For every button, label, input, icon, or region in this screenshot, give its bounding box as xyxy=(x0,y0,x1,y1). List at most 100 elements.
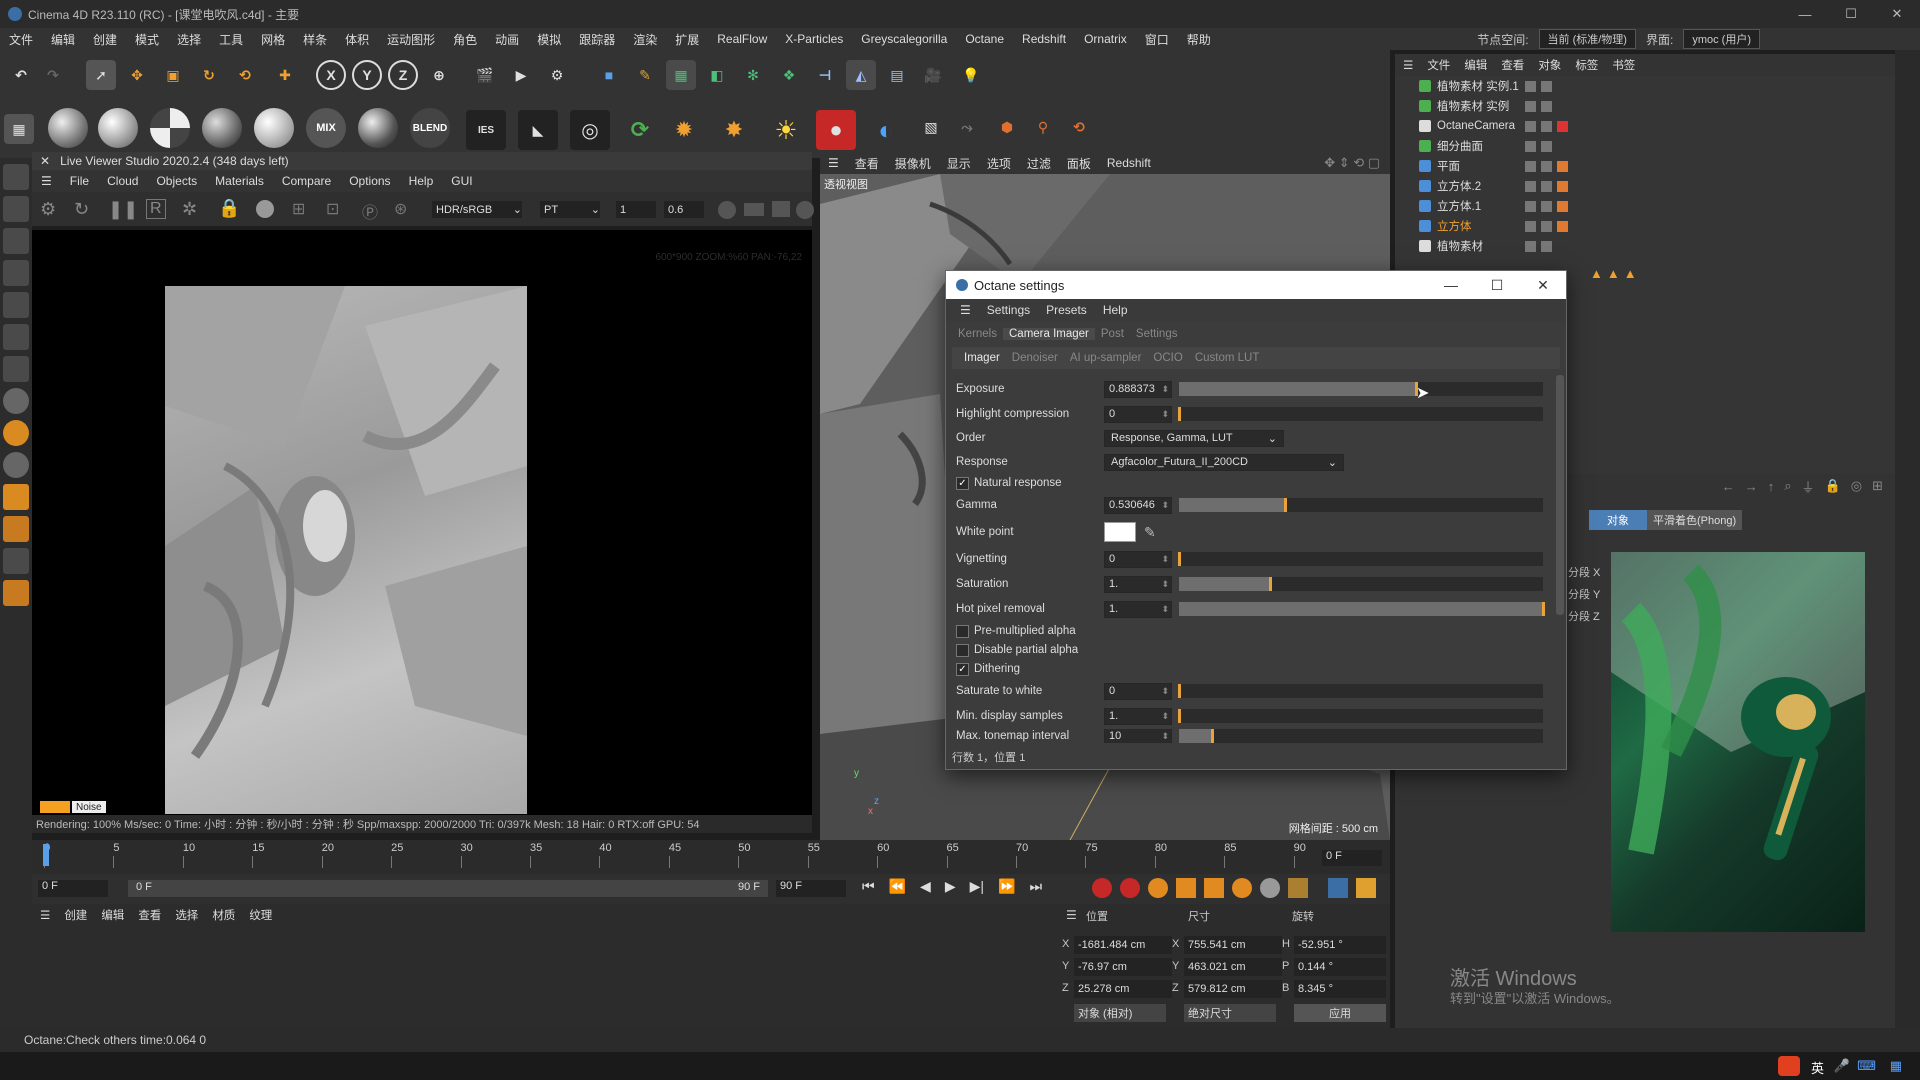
hamburger-icon[interactable]: ☰ xyxy=(952,303,979,317)
mm-menu-select[interactable]: 选择 xyxy=(175,907,198,923)
render-target-icon[interactable]: ● xyxy=(816,110,856,150)
composite-material-icon[interactable] xyxy=(358,108,398,148)
dithering-checkbox[interactable]: ✓ xyxy=(956,662,969,676)
lv-menu-help[interactable]: Help xyxy=(400,174,443,188)
light-icon[interactable]: 💡 xyxy=(956,60,986,90)
forward-icon[interactable]: → xyxy=(1745,479,1758,494)
end-frame-field[interactable]: 90 F xyxy=(776,880,846,897)
material-tags-icon[interactable]: ▲▲▲ xyxy=(1590,266,1641,281)
node-space-select[interactable]: 当前 (标准/物理) xyxy=(1538,29,1636,49)
vp-menu-filter[interactable]: 过滤 xyxy=(1019,155,1059,172)
tab-settings[interactable]: Settings xyxy=(1130,328,1184,340)
lv-menu-cloud[interactable]: Cloud xyxy=(98,174,147,188)
s-plugin-icon-2[interactable] xyxy=(3,420,29,446)
camera-icon[interactable]: 🎥 xyxy=(918,60,948,90)
move-tool-icon[interactable]: ✥ xyxy=(122,60,152,90)
pen-icon[interactable]: ✎ xyxy=(630,60,660,90)
scale-tool-icon[interactable]: ▣ xyxy=(158,60,188,90)
exposure-field[interactable]: 0.888373 xyxy=(1104,380,1172,398)
partial-alpha-checkbox[interactable] xyxy=(956,643,969,657)
menu-tracker[interactable]: 跟踪器 xyxy=(570,31,624,48)
menu-help[interactable]: 帮助 xyxy=(1178,31,1220,48)
magnet-icon[interactable] xyxy=(3,484,29,510)
order-select[interactable]: Response, Gamma, LUT ⌄ xyxy=(1104,429,1284,447)
subtab-imager[interactable]: Imager xyxy=(958,352,1006,364)
menu-octane[interactable]: Octane xyxy=(956,32,1013,46)
mm-menu-texture[interactable]: 纹理 xyxy=(249,907,272,923)
film-icon[interactable]: Ⓟ xyxy=(362,199,378,223)
grid-menu-icon[interactable]: ▦ xyxy=(1890,1058,1902,1074)
toon-material-icon[interactable] xyxy=(254,108,294,148)
restart-icon[interactable]: ↻ xyxy=(74,199,89,220)
hamburger-icon[interactable]: ☰ xyxy=(1066,908,1077,922)
psr-toggle-icon[interactable]: ⟲ xyxy=(1064,112,1094,142)
viewport-nav-icons[interactable]: ✥ ⇕ ⟲ ▢ xyxy=(1324,155,1380,171)
channel-icon[interactable]: ⊛ xyxy=(394,199,407,219)
menu-mode[interactable]: 模式 xyxy=(126,31,168,48)
subtab-ocio[interactable]: OCIO xyxy=(1147,352,1188,364)
menu-greyscalegorilla[interactable]: Greyscalegorilla xyxy=(852,32,956,46)
range-slider[interactable]: 0 F 90 F xyxy=(128,880,768,897)
target-icon[interactable]: ◎ xyxy=(1851,478,1862,494)
lv-menu-gui[interactable]: GUI xyxy=(442,174,481,188)
x-axis-lock-icon[interactable]: X xyxy=(316,60,346,90)
redo-icon[interactable]: ↷ xyxy=(38,60,68,90)
rotation-b-field[interactable]: 8.345 ° xyxy=(1294,980,1386,998)
object-row[interactable]: 立方体.1 xyxy=(1395,196,1895,216)
floor-icon[interactable]: ▤ xyxy=(882,60,912,90)
menu-select[interactable]: 选择 xyxy=(168,31,210,48)
saturate-white-slider[interactable] xyxy=(1178,684,1543,698)
field-icon[interactable]: ◭ xyxy=(846,60,876,90)
snap-icon[interactable] xyxy=(3,356,29,382)
lv-menu-objects[interactable]: Objects xyxy=(147,174,206,188)
ies-light-icon[interactable]: IES xyxy=(466,110,506,150)
points-mode-icon[interactable] xyxy=(3,164,29,190)
playhead[interactable] xyxy=(43,844,49,866)
coord-mode-select[interactable]: 对象 (相对) xyxy=(1074,1004,1166,1022)
min-display-field[interactable]: 1. xyxy=(1104,707,1172,725)
add-icon[interactable]: ⊞ xyxy=(292,199,305,219)
menu-simulate[interactable]: 模拟 xyxy=(528,31,570,48)
vp-menu-cameras[interactable]: 摄像机 xyxy=(887,155,939,172)
hdri-icon[interactable]: ◐ xyxy=(866,110,906,150)
vp-menu-view[interactable]: 查看 xyxy=(847,155,887,172)
object-flags[interactable] xyxy=(1525,180,1568,192)
hamburger-icon[interactable]: ☰ xyxy=(40,908,50,922)
om-menu-objects[interactable]: 对象 xyxy=(1538,57,1561,73)
eyedropper-icon[interactable]: ✎ xyxy=(1144,524,1156,541)
next-key-icon[interactable]: ⏩ xyxy=(998,878,1015,895)
mm-menu-view[interactable]: 查看 xyxy=(138,907,161,923)
response-select[interactable]: Agfacolor_Futura_II_200CD ⌄ xyxy=(1104,453,1344,471)
cube-icon[interactable]: ■ xyxy=(594,60,624,90)
object-flags[interactable] xyxy=(1525,240,1552,252)
record-icon[interactable] xyxy=(1092,878,1112,898)
vignetting-slider[interactable] xyxy=(1178,552,1543,566)
vp-menu-redshift[interactable]: Redshift xyxy=(1099,156,1159,170)
select-tool-icon[interactable]: ➚ xyxy=(86,60,116,90)
vp-menu-panel[interactable]: 面板 xyxy=(1059,155,1099,172)
focus-icon[interactable]: ⊡ xyxy=(326,199,339,219)
menu-edit[interactable]: 编辑 xyxy=(42,31,84,48)
psr-tool-icon[interactable]: ⟲ xyxy=(230,60,260,90)
layer-icon[interactable] xyxy=(3,516,29,542)
menu-window[interactable]: 窗口 xyxy=(1136,31,1178,48)
grid-icon[interactable] xyxy=(3,548,29,574)
position-x-field[interactable]: -1681.484 cm xyxy=(1074,936,1172,954)
size-z-field[interactable]: 579.812 cm xyxy=(1184,980,1282,998)
rotation-p-field[interactable]: 0.144 ° xyxy=(1294,958,1386,976)
go-end-icon[interactable]: ⏭ xyxy=(1029,878,1042,895)
menu-animate[interactable]: 动画 xyxy=(486,31,528,48)
object-row[interactable]: 平面 xyxy=(1395,156,1895,176)
mograph-icon[interactable]: ✻ xyxy=(738,60,768,90)
key-selection-icon[interactable] xyxy=(1148,878,1168,898)
size-mode-select[interactable]: 绝对尺寸 xyxy=(1184,1004,1276,1022)
pause-icon[interactable]: ❚❚ xyxy=(108,199,138,220)
lv-menu-options[interactable]: Options xyxy=(340,174,399,188)
lv-menu-materials[interactable]: Materials xyxy=(206,174,273,188)
mm-menu-edit[interactable]: 编辑 xyxy=(101,907,124,923)
mm-menu-create[interactable]: 创建 xyxy=(64,907,87,923)
vp-menu-display[interactable]: 显示 xyxy=(939,155,979,172)
object-flags[interactable] xyxy=(1525,80,1552,92)
object-row[interactable]: 植物素材 实例.1 xyxy=(1395,76,1895,96)
apply-button[interactable]: 应用 xyxy=(1294,1004,1386,1022)
